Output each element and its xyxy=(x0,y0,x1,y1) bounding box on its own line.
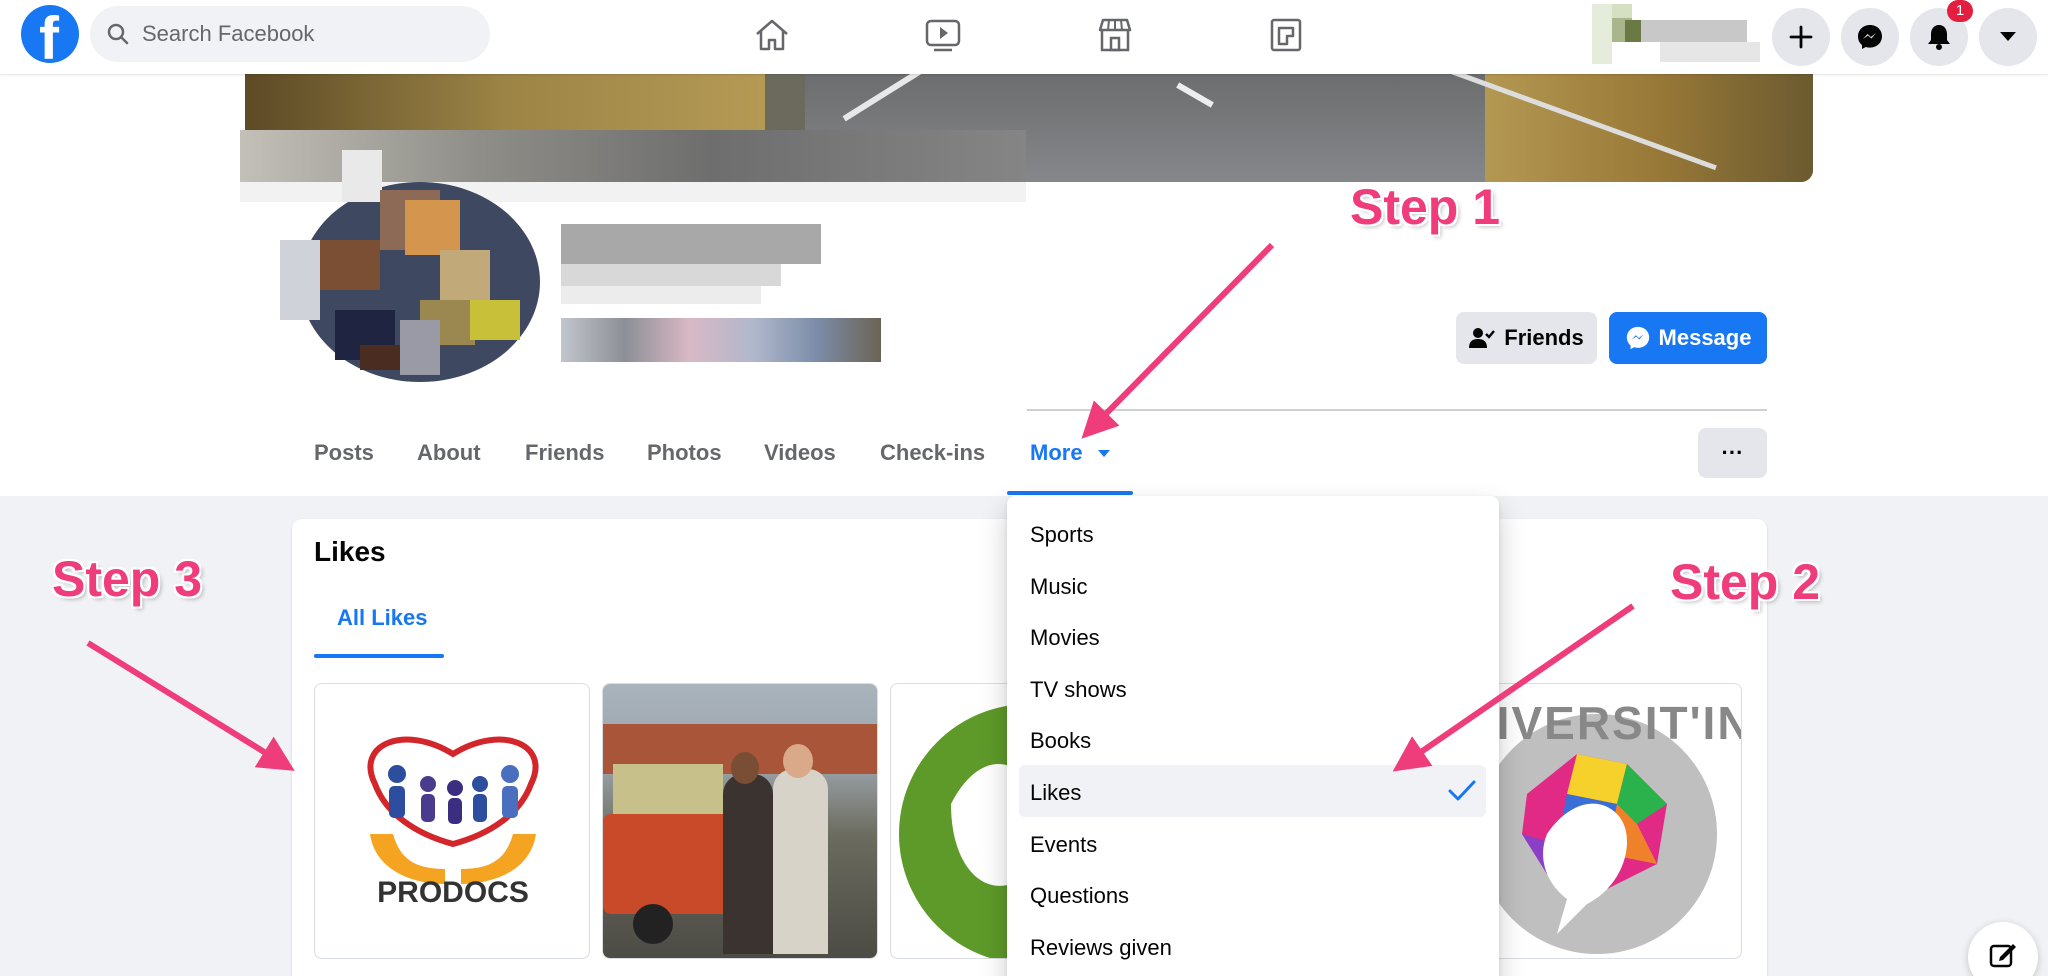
step1-annotation: Step 1 xyxy=(1350,179,1501,235)
step3-annotation: Step 3 xyxy=(52,551,203,607)
step3-arrow xyxy=(86,640,295,771)
step1-arrow xyxy=(1081,242,1275,439)
step2-arrow xyxy=(1392,603,1635,772)
step2-annotation: Step 2 xyxy=(1670,554,1821,610)
annotation-arrows xyxy=(86,242,1635,772)
